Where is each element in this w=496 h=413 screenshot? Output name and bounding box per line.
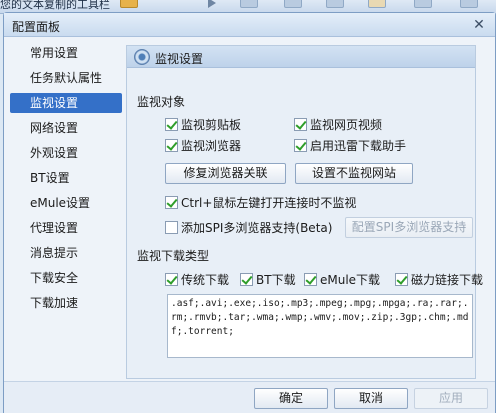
checkbox-box[interactable]: [165, 138, 178, 152]
nav-item-bt[interactable]: BT设置: [10, 168, 122, 188]
configure-spi-button[interactable]: 配置SPI多浏览器支持: [345, 217, 473, 238]
file-extensions-textarea[interactable]: .asf;.avi;.exe;.iso;.mp3;.mpeg;.mpg;.mpg…: [167, 294, 473, 358]
background-app-title: 您的文本复制的工具栏: [0, 0, 110, 11]
checkbox-box[interactable]: [240, 272, 253, 286]
nav-item-notifications[interactable]: 消息提示: [10, 243, 122, 263]
checkbox-box[interactable]: [165, 195, 178, 209]
checkbox-label: 监视浏览器: [181, 138, 242, 153]
emule-download-checkbox[interactable]: eMule下载: [304, 271, 380, 287]
nav-item-appearance[interactable]: 外观设置: [10, 143, 122, 163]
monitor-browser-checkbox[interactable]: 监视浏览器: [165, 137, 241, 153]
dialog-footer: 确定 取消 应用: [4, 381, 495, 413]
checkbox-label: eMule下载: [320, 272, 381, 287]
repair-browser-association-button[interactable]: 修复浏览器关联: [165, 163, 286, 184]
traditional-download-checkbox[interactable]: 传统下载: [165, 271, 229, 287]
nav-item-download-acceleration[interactable]: 下载加速: [10, 293, 122, 313]
download-types-heading: 监视下载类型: [137, 249, 210, 263]
checkbox-label: BT下载: [256, 272, 296, 287]
toolbar-icon: [414, 0, 432, 8]
dialog-title: 配置面板: [12, 20, 61, 34]
play-icon: [205, 0, 223, 8]
checkbox-label: 磁力链接下载: [411, 272, 484, 287]
monitor-settings-panel: 监视设置 监视对象 监视剪贴板 监视网页视频 监视浏览器 启用迅雷下载助手 修复…: [126, 45, 483, 379]
nav-item-proxy[interactable]: 代理设置: [10, 218, 122, 238]
bt-download-checkbox[interactable]: BT下载: [240, 271, 296, 287]
checkbox-box[interactable]: [395, 272, 408, 286]
monitor-objects-heading: 监视对象: [137, 95, 186, 109]
ctrl-click-no-monitor-checkbox[interactable]: Ctrl+鼠标左键打开连接时不监视: [165, 194, 356, 210]
nav-item-download-security[interactable]: 下载安全: [10, 268, 122, 288]
checkbox-label: Ctrl+鼠标左键打开连接时不监视: [181, 195, 357, 210]
download-helper-checkbox[interactable]: 启用迅雷下载助手: [294, 137, 406, 153]
checkbox-label: 启用迅雷下载助手: [310, 138, 407, 153]
toolbar-icon: [326, 0, 344, 8]
toolbar-icon: [368, 0, 386, 8]
cancel-button[interactable]: 取消: [334, 388, 408, 409]
set-excluded-sites-button[interactable]: 设置不监视网站: [295, 163, 413, 184]
checkbox-box[interactable]: [165, 220, 178, 234]
settings-nav: 常用设置 任务默认属性 监视设置 网络设置 外观设置 BT设置 eMule设置 …: [10, 41, 122, 336]
checkbox-box[interactable]: [294, 117, 307, 131]
toolbar-icon: [460, 0, 478, 8]
apply-button[interactable]: 应用: [414, 388, 488, 409]
folder-icon: [120, 0, 138, 8]
monitor-clipboard-checkbox[interactable]: 监视剪贴板: [165, 116, 241, 132]
checkbox-label: 添加SPI多浏览器支持(Beta): [181, 220, 333, 235]
monitor-web-video-checkbox[interactable]: 监视网页视频: [294, 116, 382, 132]
nav-item-emule[interactable]: eMule设置: [10, 193, 122, 213]
checkbox-label: 传统下载: [181, 272, 230, 287]
checkbox-box[interactable]: [165, 272, 178, 286]
panel-title: 监视设置: [155, 52, 204, 66]
nav-item-network[interactable]: 网络设置: [10, 118, 122, 138]
ok-button[interactable]: 确定: [254, 388, 328, 409]
nav-item-task-defaults[interactable]: 任务默认属性: [10, 68, 122, 88]
checkbox-box[interactable]: [304, 272, 317, 286]
toolbar-icon: [284, 0, 302, 8]
dialog-titlebar: 配置面板 ✕: [4, 13, 495, 37]
panel-header: 监视设置: [127, 46, 475, 68]
spi-multi-browser-checkbox[interactable]: 添加SPI多浏览器支持(Beta): [165, 219, 332, 235]
nav-item-monitor[interactable]: 监视设置: [10, 93, 122, 113]
close-icon[interactable]: ✕: [471, 17, 487, 33]
checkbox-box[interactable]: [294, 138, 307, 152]
config-dialog: 配置面板 ✕ 常用设置 任务默认属性 监视设置 网络设置 外观设置 BT设置 e…: [3, 12, 496, 413]
checkbox-box[interactable]: [165, 117, 178, 131]
toolbar-icon: [240, 0, 258, 8]
monitor-eye-icon: [134, 49, 150, 65]
nav-item-general[interactable]: 常用设置: [10, 43, 122, 63]
checkbox-label: 监视网页视频: [310, 117, 383, 132]
checkbox-label: 监视剪贴板: [181, 117, 242, 132]
magnet-download-checkbox[interactable]: 磁力链接下载: [395, 271, 483, 287]
